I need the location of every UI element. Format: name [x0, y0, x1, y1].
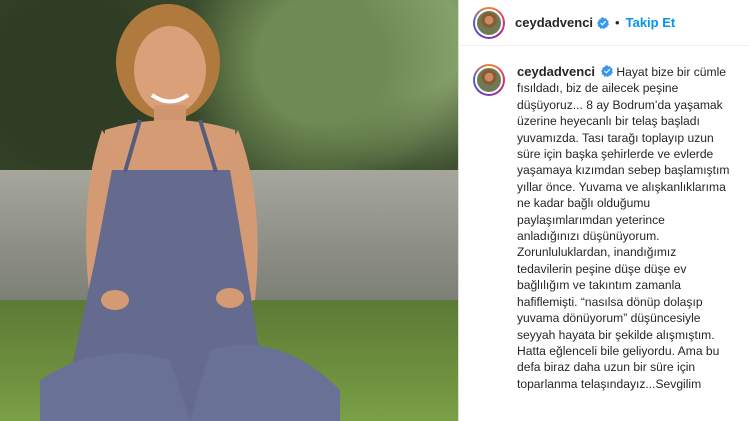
photo-person [40, 4, 340, 421]
profile-avatar[interactable] [473, 6, 505, 39]
caption-line: paylaşımlarımdan yeterince [517, 212, 665, 227]
caption-line: bağlılığım ve takıntım zamanla [517, 278, 682, 293]
caption-line: ne kadar bağlı olduğumu [517, 196, 651, 211]
caption-line-0: Hayat bize bir cümle [616, 65, 726, 79]
caption: ceydadvenci Hayat bize bir cümle fısılda… [459, 64, 750, 392]
caption-avatar[interactable] [473, 64, 505, 96]
caption-line: yıllar önce. Yuvama ve alışkanlıklarıma [517, 179, 726, 194]
caption-line: Hatta eğlenceli bile geliyordu. Ama bu [517, 343, 720, 358]
post-sidebar: ceydadvenci • Takip Et ceydadvenci Hayat… [458, 0, 750, 421]
caption-line: fısıldadı, biz de ailecek peşine [517, 81, 679, 96]
follow-button[interactable]: Takip Et [626, 15, 676, 30]
caption-line: yaşamaya kızımdan sebep başlamıştım [517, 163, 730, 178]
caption-line: hafiflemişti. “nasılsa dönüp dolaşıp [517, 294, 703, 309]
caption-line: anladığınızı düşünüyorum. [517, 229, 660, 244]
caption-line: üzerine heyecanlı bir telaş başladı [517, 114, 700, 129]
caption-username[interactable]: ceydadvenci [517, 64, 595, 79]
verified-badge-icon [601, 65, 614, 77]
caption-line: düşüyoruz... 8 ay Bodrum’da yaşamak [517, 97, 723, 112]
caption-line: Zorunluluklardan, inandığımız [517, 245, 677, 260]
caption-line: seyyah hayata bir şekilde alışmıştım. [517, 327, 715, 342]
caption-first-line: ceydadvenci Hayat bize bir cümle [517, 64, 747, 80]
verified-badge-icon [597, 16, 610, 29]
caption-line: toparlanma telaşındayız...Sevgilim [517, 376, 702, 391]
header-username[interactable]: ceydadvenci [515, 15, 593, 30]
caption-line: tedavilerin peşine düşe düşe ev [517, 261, 687, 276]
caption-line: yuvamızda. Tası tarağı toplayıp uzun [517, 130, 714, 145]
post-header: ceydadvenci • Takip Et [459, 0, 750, 46]
caption-line: süre için başka şehirlerde ve evlerde [517, 147, 714, 162]
caption-text: ceydadvenci Hayat bize bir cümle fısılda… [517, 64, 747, 392]
caption-line: yuvama dönüyorum” düşüncesiyle [517, 311, 701, 326]
caption-line: defa biraz daha uzun bir süre için [517, 360, 696, 375]
post-photo[interactable] [0, 0, 458, 421]
header-separator: • [615, 15, 620, 30]
